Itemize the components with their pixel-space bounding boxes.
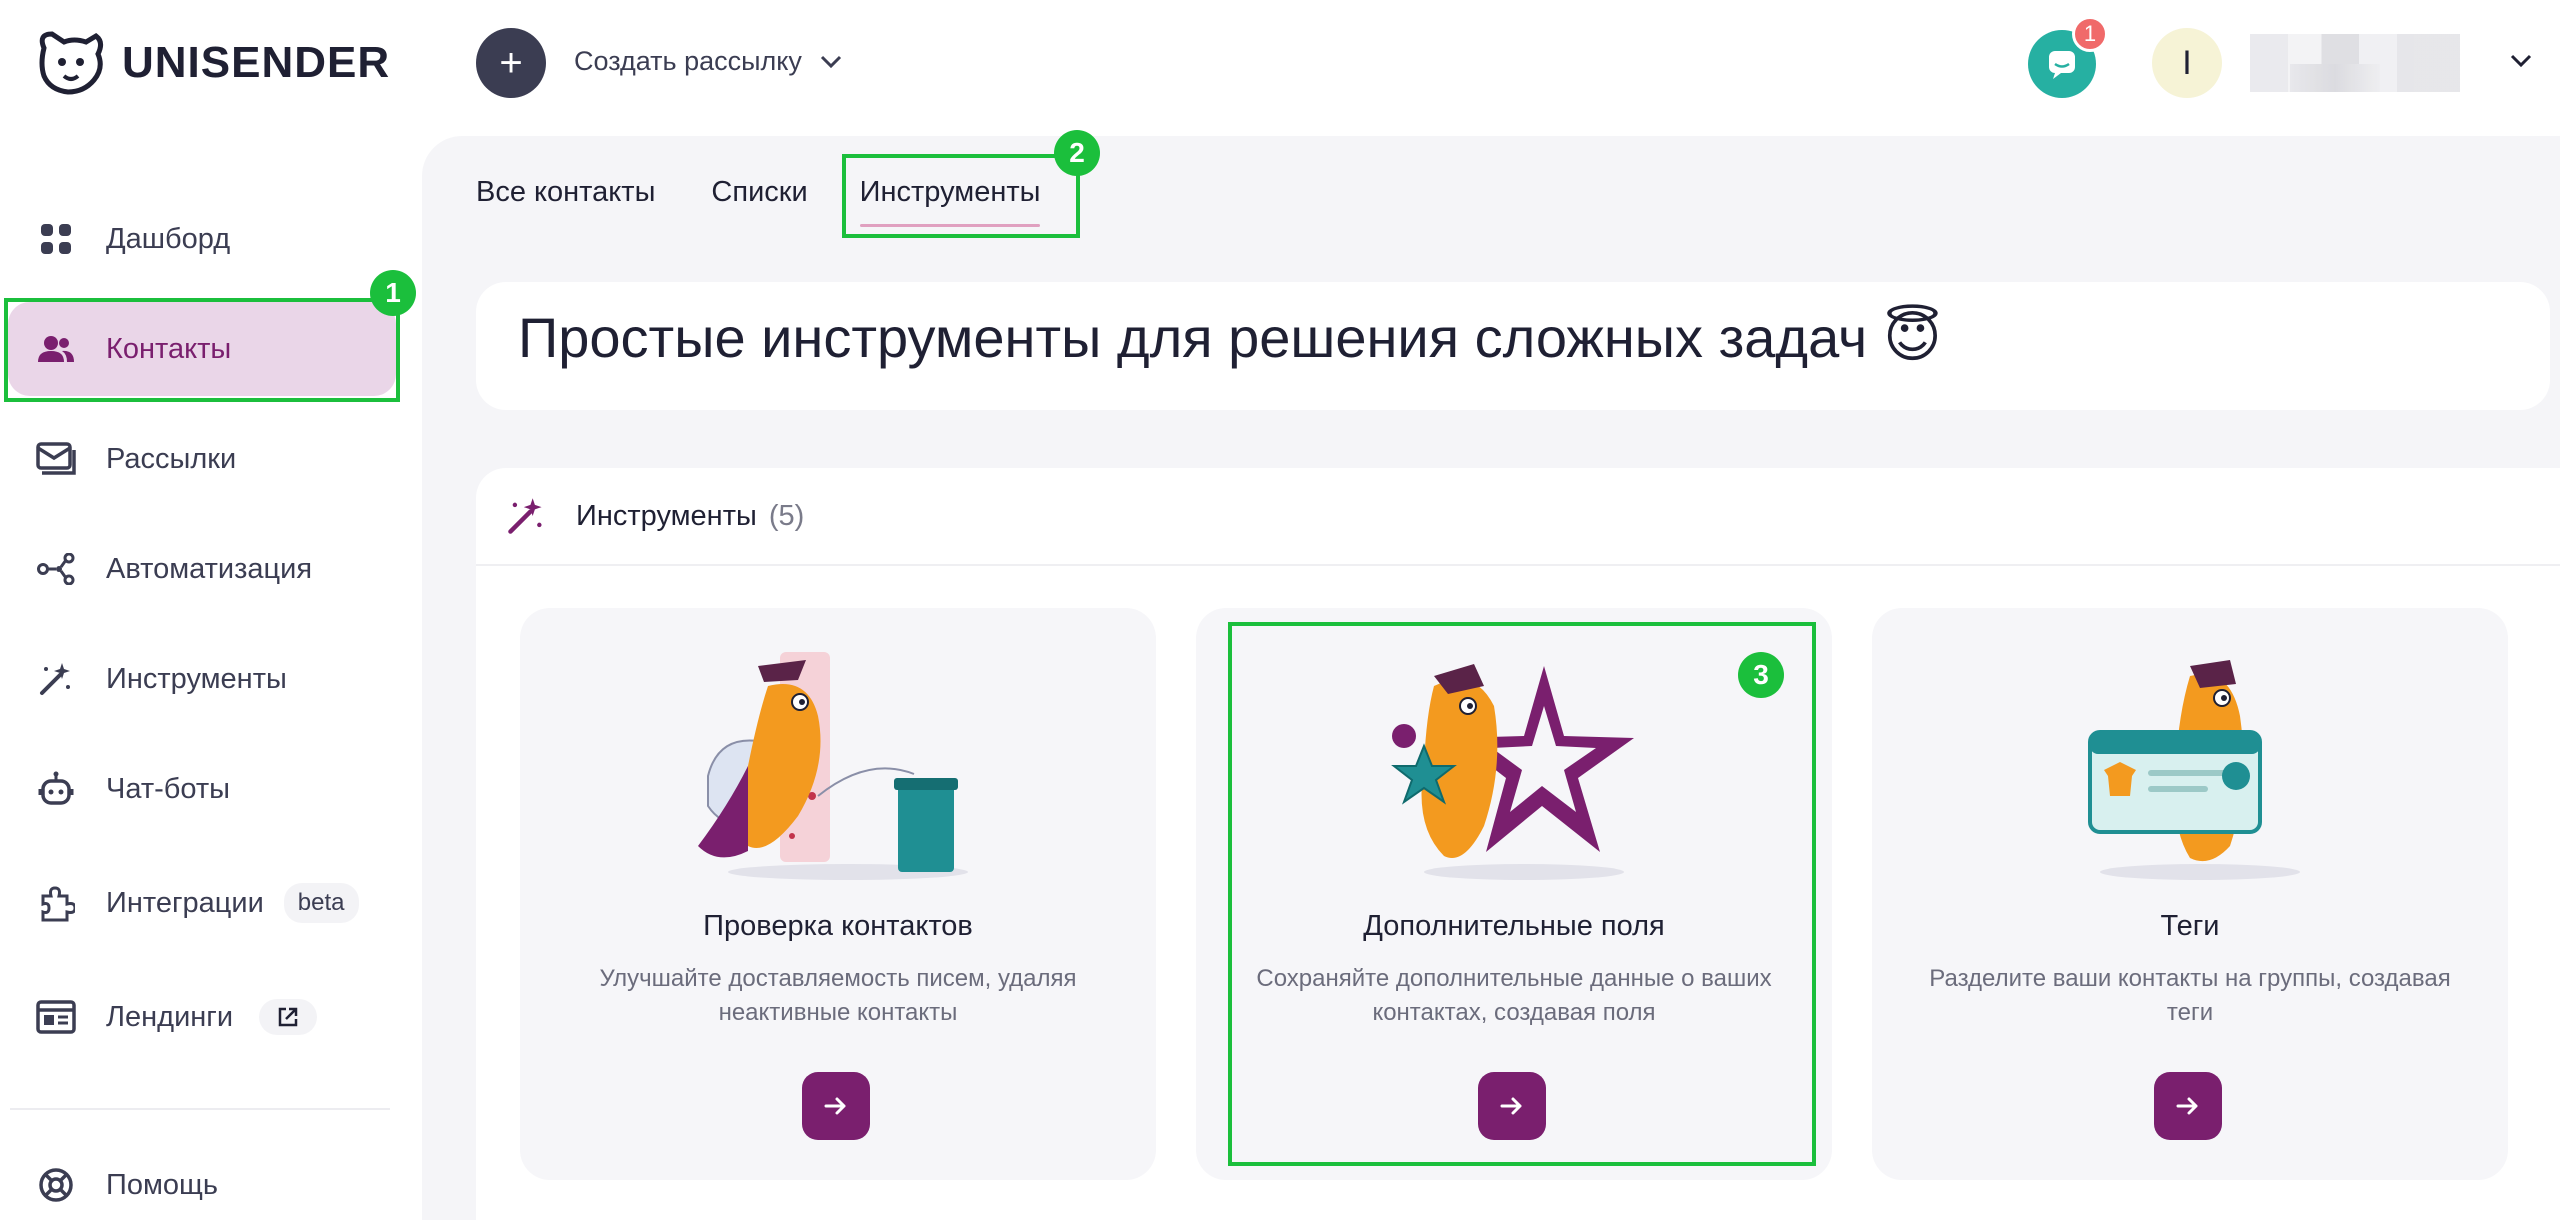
magic-wand-icon	[508, 498, 542, 534]
sidebar-divider	[10, 1108, 390, 1110]
sidebar-item-dashboard[interactable]: Дашборд	[8, 192, 396, 286]
tool-card-description: Разделите ваши контакты на группы, созда…	[1929, 965, 2451, 1026]
angel-emoji-icon: 😇	[1883, 305, 1942, 368]
tools-count: (5)	[768, 499, 805, 532]
tags-illustration-icon	[2088, 660, 2300, 880]
sidebar-item-label: Инструменты	[106, 662, 287, 695]
arrow-right-icon	[2176, 1097, 2198, 1115]
open-tags-button[interactable]	[2154, 1072, 2222, 1140]
annotation-marker-3: 3	[1738, 652, 1784, 698]
tab-lists[interactable]: Списки	[711, 176, 807, 227]
annotation-box-1	[4, 298, 400, 402]
logo[interactable]: UNISENDER	[34, 28, 390, 98]
sidebar-item-automation[interactable]: Автоматизация	[8, 522, 396, 616]
tools-panel-title: Инструменты	[576, 499, 757, 532]
mail-icon	[36, 439, 76, 479]
sidebar-item-tools[interactable]: Инструменты	[8, 632, 396, 726]
annotation-box-3	[1228, 622, 1816, 1166]
dashboard-icon	[36, 219, 76, 259]
sidebar-item-label: Помощь	[106, 1168, 219, 1201]
avatar[interactable]: I	[2152, 28, 2222, 98]
magic-wand-icon	[36, 659, 76, 699]
contact-check-illustration-icon	[698, 652, 968, 880]
logo-dog-icon	[39, 31, 104, 95]
create-campaign-button[interactable]: +	[476, 28, 546, 98]
page-title: Простые инструменты для решения сложных …	[518, 304, 1942, 370]
plus-icon: +	[499, 40, 523, 85]
create-campaign-dropdown[interactable]: Создать рассылку	[574, 46, 844, 77]
sidebar-item-label: Интеграции	[106, 886, 264, 919]
sidebar-item-campaigns[interactable]: Рассылки	[8, 412, 396, 506]
external-link-icon[interactable]	[259, 999, 318, 1035]
sidebar-item-chatbots[interactable]: Чат-боты	[8, 742, 396, 836]
annotation-marker-2: 2	[1054, 130, 1100, 176]
tool-card-description: Улучшайте доставляемость писем, удаляя н…	[599, 965, 1077, 1026]
sidebar-item-label: Дашборд	[106, 222, 231, 255]
notification-badge: 1	[2072, 16, 2108, 52]
sidebar: Дашборд Контакты Рассылки Автоматизация …	[0, 130, 420, 1220]
annotation-marker-1: 1	[370, 270, 416, 316]
sidebar-item-landings[interactable]: Лендинги	[8, 970, 396, 1064]
sidebar-item-label: Лендинги	[106, 1000, 234, 1033]
tool-card-contact-check[interactable]: Проверка контактов Улучшайте доставляемо…	[520, 608, 1156, 1180]
chatbot-icon	[36, 769, 76, 809]
tools-panel-header: Инструменты (5)	[476, 468, 2560, 566]
arrow-right-icon	[824, 1097, 846, 1115]
account-name-blurred[interactable]	[2250, 34, 2460, 92]
logo-text: UNISENDER	[122, 38, 391, 87]
help-icon	[36, 1165, 76, 1205]
beta-badge: beta	[283, 883, 359, 923]
hero-banner: Простые инструменты для решения сложных …	[476, 282, 2550, 410]
tool-card-title: Проверка контактов	[703, 910, 973, 942]
automation-icon	[36, 549, 76, 589]
account-chevron-down-icon[interactable]	[2508, 48, 2534, 74]
chat-icon	[2049, 51, 2075, 79]
sidebar-item-label: Автоматизация	[106, 552, 313, 585]
tool-card-tags[interactable]: Теги Разделите ваши контакты на группы, …	[1872, 608, 2508, 1180]
sidebar-item-help[interactable]: Помощь	[8, 1138, 396, 1220]
puzzle-icon	[36, 883, 76, 923]
tab-all-contacts[interactable]: Все контакты	[476, 176, 655, 227]
tool-card-title: Теги	[2160, 910, 2220, 942]
sidebar-item-label: Чат-боты	[106, 772, 230, 805]
sidebar-item-label: Рассылки	[106, 442, 237, 475]
landing-icon	[36, 997, 76, 1037]
page-title-text: Простые инструменты для решения сложных …	[518, 305, 1868, 369]
create-campaign-label: Создать рассылку	[574, 46, 802, 76]
open-contact-check-button[interactable]	[802, 1072, 870, 1140]
annotation-box-2	[842, 154, 1080, 238]
sidebar-item-integrations[interactable]: Интеграции beta	[8, 856, 396, 950]
chevron-down-icon	[820, 55, 841, 68]
